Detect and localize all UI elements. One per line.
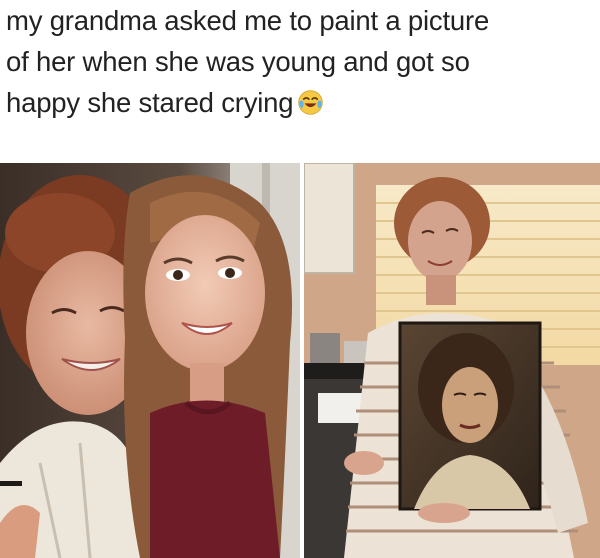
portrait-illustration	[304, 163, 600, 558]
meme-caption: my grandma asked me to paint a picture o…	[6, 0, 594, 123]
caption-line-3: happy she stared crying	[6, 82, 594, 123]
photo-right-portrait	[304, 163, 600, 558]
caption-line-2: of her when she was young and got so	[6, 46, 470, 77]
tears-of-joy-emoji-icon	[297, 86, 324, 115]
selfie-illustration	[0, 163, 300, 558]
caption-line-3-text: happy she stared crying	[6, 87, 294, 118]
caption-line-1: my grandma asked me to paint a picture	[6, 5, 490, 36]
photo-left-selfie	[0, 163, 300, 558]
photo-collage	[0, 163, 600, 558]
